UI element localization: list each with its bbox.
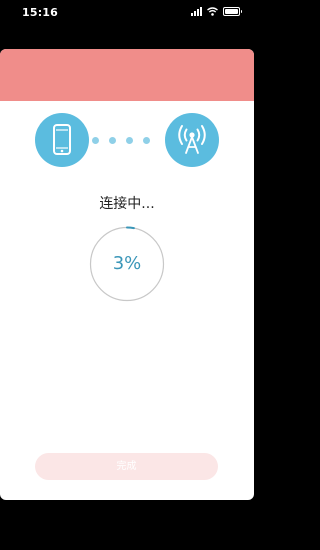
status-time: 15:16 bbox=[22, 6, 59, 19]
cellular-signal-icon bbox=[191, 7, 202, 16]
wifi-icon bbox=[207, 7, 218, 16]
connection-status-text: 连接中... bbox=[99, 196, 155, 212]
phone-icon bbox=[35, 113, 89, 167]
router-signal-icon bbox=[165, 113, 219, 167]
battery-icon bbox=[223, 7, 242, 16]
connection-card: 连接中... 3% 完成 bbox=[0, 49, 254, 500]
progress-percent: 3% bbox=[112, 253, 142, 274]
done-button[interactable]: 完成 bbox=[35, 453, 218, 480]
connecting-dots bbox=[92, 137, 152, 145]
status-bar: 15:16 bbox=[0, 0, 254, 48]
status-indicators bbox=[191, 7, 242, 16]
card-header bbox=[0, 49, 254, 101]
